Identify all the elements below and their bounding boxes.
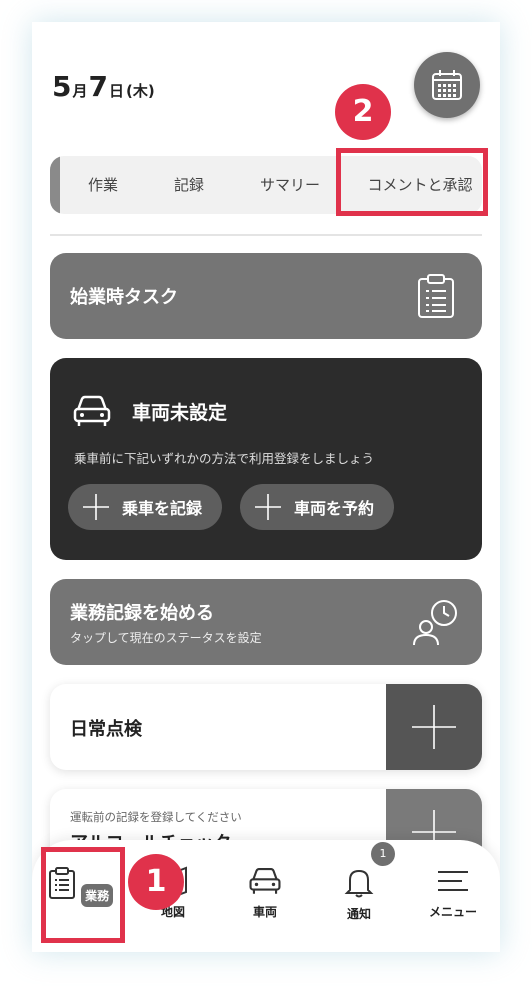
daily-check-card[interactable]: 日常点検 bbox=[50, 684, 482, 770]
vehicle-title: 車両未設定 bbox=[132, 402, 228, 424]
tab-work[interactable]: 作業 bbox=[70, 156, 136, 214]
highlight-box-tab bbox=[336, 148, 488, 216]
vehicle-card: 車両未設定 乗車前に下記いずれかの方法で利用登録をしましょう 乗車を記録 車両を… bbox=[50, 358, 482, 560]
tab-records[interactable]: 記録 bbox=[154, 156, 224, 214]
app-screen: 5 月 7 日 (木) 作業 記録 サマリー コメントと承認 2 始業時タスク bbox=[32, 22, 500, 952]
ride-record-button[interactable]: 乗車を記録 bbox=[68, 484, 222, 530]
alcohol-check-subtitle: 運転前の記録を登録してください bbox=[70, 810, 242, 824]
month-number: 5 bbox=[52, 70, 72, 103]
start-task-label: 始業時タスク bbox=[70, 287, 178, 308]
calendar-icon bbox=[432, 70, 462, 100]
menu-icon bbox=[438, 871, 468, 891]
bell-icon bbox=[344, 869, 374, 898]
vehicle-description: 乗車前に下記いずれかの方法で利用登録をしましょう bbox=[74, 451, 375, 466]
month-unit: 月 bbox=[72, 82, 88, 100]
clipboard-icon bbox=[418, 274, 454, 318]
calendar-button[interactable] bbox=[414, 52, 480, 118]
work-record-subtitle: タップして現在のステータスを設定 bbox=[70, 631, 262, 645]
plus-icon bbox=[83, 494, 109, 520]
date-header: 5 月 7 日 (木) bbox=[52, 70, 156, 103]
start-task-card[interactable]: 始業時タスク bbox=[50, 253, 482, 339]
user-clock-icon bbox=[413, 600, 457, 646]
daily-check-label: 日常点検 bbox=[70, 719, 142, 740]
work-record-card[interactable]: 業務記録を始める タップして現在のステータスを設定 bbox=[50, 579, 482, 665]
reserve-vehicle-label: 車両を予約 bbox=[294, 499, 375, 518]
tab-summary[interactable]: サマリー bbox=[240, 156, 340, 214]
nav-vehicle[interactable]: 車両 bbox=[230, 866, 300, 920]
plus-icon bbox=[255, 494, 281, 520]
callout-badge-1: 1 bbox=[128, 854, 184, 910]
notification-count-badge: 1 bbox=[371, 842, 395, 866]
tab-indicator bbox=[50, 156, 60, 214]
plus-icon bbox=[412, 705, 456, 749]
nav-notifications-label: 通知 bbox=[346, 907, 371, 921]
nav-menu-label: メニュー bbox=[428, 905, 477, 919]
reserve-vehicle-button[interactable]: 車両を予約 bbox=[240, 484, 394, 530]
nav-vehicle-label: 車両 bbox=[252, 905, 277, 919]
ride-record-label: 乗車を記録 bbox=[122, 499, 203, 518]
divider bbox=[50, 234, 482, 236]
work-record-title: 業務記録を始める bbox=[70, 603, 214, 624]
day-unit: 日 bbox=[108, 82, 124, 100]
daily-check-add-button[interactable] bbox=[386, 684, 482, 770]
car-icon bbox=[73, 395, 111, 426]
day-number: 7 bbox=[88, 70, 108, 103]
callout-badge-2: 2 bbox=[335, 84, 391, 140]
nav-notifications[interactable]: 通知 1 bbox=[324, 842, 395, 922]
nav-menu[interactable]: メニュー bbox=[416, 866, 490, 920]
highlight-box-nav bbox=[41, 847, 125, 943]
weekday: (木) bbox=[126, 82, 155, 100]
car-icon bbox=[249, 868, 281, 894]
